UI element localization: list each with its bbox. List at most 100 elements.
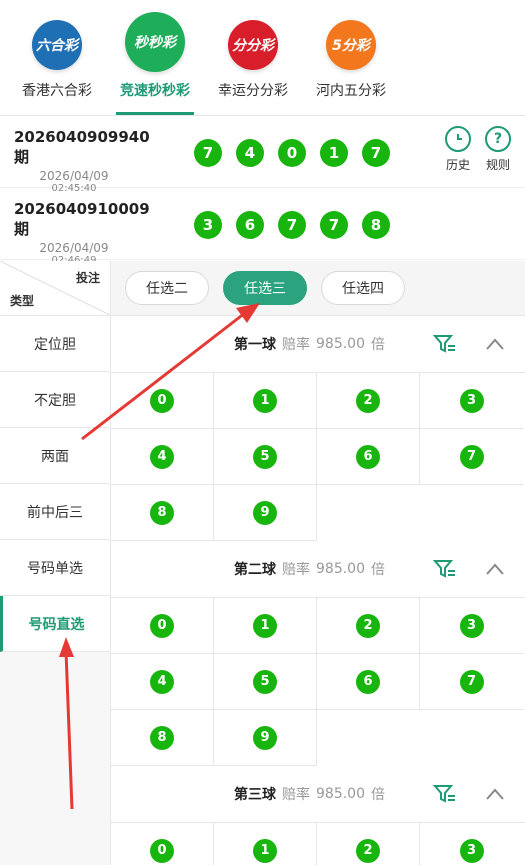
number-cell[interactable]: 3: [420, 373, 523, 429]
sidebar-item-unfixed[interactable]: 不定胆: [0, 372, 110, 428]
bet-type-sidebar: 投注 类型 定位胆 不定胆 两面 前中后三 号码单选 号码直选: [0, 261, 111, 865]
number-cell[interactable]: 8: [111, 710, 214, 766]
number-cell[interactable]: 0: [111, 823, 214, 865]
odds-value: 985.00: [316, 786, 365, 802]
section-title: 第一球: [234, 337, 276, 353]
number-cell[interactable]: 8: [111, 485, 214, 541]
odds-value: 985.00: [316, 561, 365, 577]
number-cell[interactable]: 0: [111, 373, 214, 429]
number-grid: 0 1 2 3: [111, 822, 525, 865]
number-cell[interactable]: 2: [317, 373, 420, 429]
number-cell[interactable]: 1: [214, 373, 317, 429]
game-tabs: 六合彩 香港六合彩 秒秒彩 竞速秒秒彩 分分彩 幸运分分彩 5分彩 河内五分彩: [0, 0, 525, 116]
history-button[interactable]: 历史: [445, 126, 471, 173]
header-type-label: 类型: [10, 294, 35, 308]
number-ball: 1: [253, 388, 277, 413]
result-ball: 7: [362, 139, 390, 167]
hanoi-five-logo-icon: 5分彩: [326, 20, 376, 70]
odds-label: 赔率: [282, 562, 310, 578]
number-ball: 4: [150, 669, 174, 694]
draw-balls: 3 6 7 7 8: [194, 211, 390, 239]
draw-date: 2026/04/09: [39, 169, 109, 183]
seconds-lottery-logo-icon: 秒秒彩: [125, 12, 185, 72]
filter-icon[interactable]: [433, 334, 457, 354]
pick-count-tabs: 任选二 任选三 任选四: [111, 261, 525, 316]
section-title: 第二球: [234, 562, 276, 578]
game-tab-hk-mark-six[interactable]: 六合彩 香港六合彩: [8, 0, 106, 115]
clock-icon: [445, 126, 471, 152]
number-ball: 9: [253, 725, 277, 750]
result-ball: 7: [320, 211, 348, 239]
draw-period: 2026040909940期: [14, 128, 150, 166]
number-cell[interactable]: 6: [317, 429, 420, 485]
number-ball: 2: [356, 388, 380, 413]
question-icon: ?: [485, 126, 511, 152]
number-cell[interactable]: 1: [214, 598, 317, 654]
number-cell[interactable]: 3: [420, 823, 523, 865]
number-ball: 5: [253, 669, 277, 694]
number-cell[interactable]: 7: [420, 429, 523, 485]
number-cell[interactable]: 3: [420, 598, 523, 654]
chevron-up-icon[interactable]: [485, 787, 505, 801]
game-tab-hanoi-five[interactable]: 5分彩 河内五分彩: [302, 0, 400, 115]
number-ball: 7: [459, 444, 484, 469]
result-ball: 6: [236, 211, 264, 239]
number-ball: 7: [459, 669, 484, 694]
tab-pick-two[interactable]: 任选二: [125, 271, 209, 305]
game-tab-speed-seconds[interactable]: 秒秒彩 竞速秒秒彩: [106, 0, 204, 115]
number-cell[interactable]: 2: [317, 598, 420, 654]
number-ball: 3: [459, 838, 484, 863]
result-ball: 8: [362, 211, 390, 239]
filter-icon[interactable]: [433, 784, 457, 804]
number-cell[interactable]: 4: [111, 654, 214, 710]
number-ball: 2: [356, 613, 380, 638]
sidebar-item-direct-pick[interactable]: 号码直选: [0, 596, 110, 652]
number-ball: 3: [459, 613, 484, 638]
number-ball: 6: [356, 669, 380, 694]
result-ball: 4: [236, 139, 264, 167]
draw-info: 2026040909940期 2026/04/09 02:45:40: [14, 128, 164, 194]
result-ball: 0: [278, 139, 306, 167]
sidebar-item-single-pick[interactable]: 号码单选: [0, 540, 110, 596]
tab-pick-three[interactable]: 任选三: [223, 271, 307, 305]
number-cell[interactable]: 1: [214, 823, 317, 865]
tab-pick-four[interactable]: 任选四: [321, 271, 405, 305]
game-tab-label: 香港六合彩: [22, 83, 92, 99]
betting-area: 投注 类型 定位胆 不定胆 两面 前中后三 号码单选 号码直选 任选二 任选三 …: [0, 261, 525, 865]
mark-six-logo-icon: 六合彩: [32, 20, 82, 70]
result-ball: 3: [194, 211, 222, 239]
odds-unit: 倍: [371, 562, 385, 578]
number-ball: 2: [356, 838, 380, 863]
draw-balls: 7 4 0 1 7: [194, 139, 390, 167]
number-cell[interactable]: 0: [111, 598, 214, 654]
sidebar-item-front-mid-back[interactable]: 前中后三: [0, 484, 110, 540]
section-title: 第三球: [234, 787, 276, 803]
sidebar-item-two-sides[interactable]: 两面: [0, 428, 110, 484]
chevron-up-icon[interactable]: [485, 337, 505, 351]
section-header: 第二球 赔率 985.00 倍: [111, 541, 525, 597]
game-tab-lucky-minutes[interactable]: 分分彩 幸运分分彩: [204, 0, 302, 115]
number-cell[interactable]: 9: [214, 710, 317, 766]
sidebar-item-position[interactable]: 定位胆: [0, 316, 110, 372]
number-cell[interactable]: 5: [214, 654, 317, 710]
rules-button[interactable]: ? 规则: [485, 126, 511, 173]
number-cell[interactable]: 9: [214, 485, 317, 541]
number-ball: 8: [150, 500, 174, 525]
game-tab-label: 河内五分彩: [316, 83, 386, 99]
number-cell[interactable]: 4: [111, 429, 214, 485]
number-ball: 0: [150, 838, 174, 863]
chevron-up-icon[interactable]: [485, 562, 505, 576]
odds-unit: 倍: [371, 787, 385, 803]
number-cell[interactable]: 6: [317, 654, 420, 710]
number-cell[interactable]: 5: [214, 429, 317, 485]
draw-info: 2026040910009期 2026/04/09 02:46:49: [14, 200, 164, 266]
filter-icon[interactable]: [433, 559, 457, 579]
odds-label: 赔率: [282, 337, 310, 353]
result-ball: 1: [320, 139, 348, 167]
game-tab-label: 幸运分分彩: [218, 83, 288, 99]
rules-label: 规则: [485, 158, 510, 172]
number-cell[interactable]: 2: [317, 823, 420, 865]
number-ball: 0: [150, 388, 174, 413]
number-cell[interactable]: 7: [420, 654, 523, 710]
bet-content: 任选二 任选三 任选四 第一球 赔率 985.00 倍 0 1 2 3 4 5 6 7 8 9 第二球 赔率 9…: [111, 261, 525, 865]
